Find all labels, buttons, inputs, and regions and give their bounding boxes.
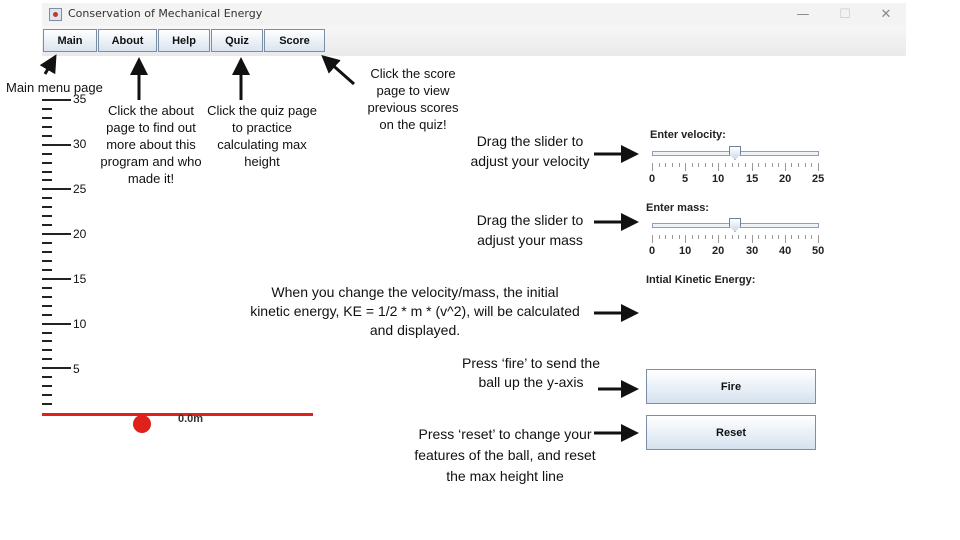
arrow-to-score: [321, 55, 355, 86]
arrow-to-main: [39, 54, 57, 75]
annotation-arrows: [39, 54, 639, 442]
